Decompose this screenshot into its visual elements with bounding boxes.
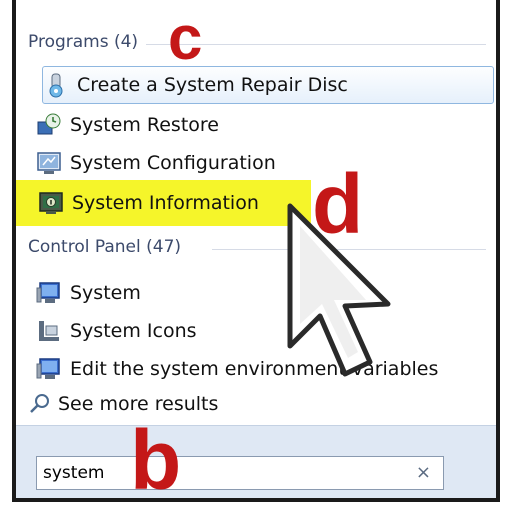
result-label: System Configuration (70, 152, 276, 174)
programs-header: Programs (4) (28, 32, 139, 52)
result-edit-environment-variables[interactable]: Edit the system environment variables (36, 352, 486, 386)
search-input[interactable] (43, 461, 403, 485)
search-results: Programs (4) Create a System Repair Disc… (16, 0, 496, 425)
see-more-results-link[interactable]: See more results (28, 392, 218, 416)
search-icon (30, 394, 49, 413)
result-system-configuration[interactable]: System Configuration (36, 146, 486, 180)
result-label: System (70, 282, 141, 304)
system-icon (36, 282, 60, 303)
annotation-c: c (168, 4, 203, 73)
result-label: Create a System Repair Disc (77, 74, 348, 96)
system-restore-icon (37, 113, 61, 135)
clear-icon[interactable]: × (416, 463, 431, 483)
result-label: System Restore (70, 114, 219, 136)
result-system-restore[interactable]: System Restore (36, 108, 486, 142)
result-system[interactable]: System (36, 276, 486, 310)
environment-variables-icon (36, 358, 60, 379)
search-footer: × (16, 425, 496, 498)
system-configuration-icon (37, 152, 61, 174)
system-icons-icon (39, 321, 59, 341)
search-box[interactable]: × (36, 456, 444, 490)
result-system-icons[interactable]: System Icons (36, 314, 486, 348)
repair-disc-icon (49, 73, 63, 98)
see-more-label: See more results (58, 393, 219, 415)
result-create-system-repair-disc[interactable]: Create a System Repair Disc (42, 66, 494, 104)
system-information-icon (39, 192, 63, 214)
annotation-b: b (130, 413, 182, 507)
result-system-information[interactable]: System Information (16, 180, 311, 226)
annotation-d: d (312, 157, 364, 251)
start-menu-search-panel: Programs (4) Create a System Repair Disc… (12, 0, 500, 502)
result-label: System Information (72, 192, 259, 214)
result-label: System Icons (70, 320, 197, 342)
control-panel-header: Control Panel (47) (28, 237, 182, 257)
